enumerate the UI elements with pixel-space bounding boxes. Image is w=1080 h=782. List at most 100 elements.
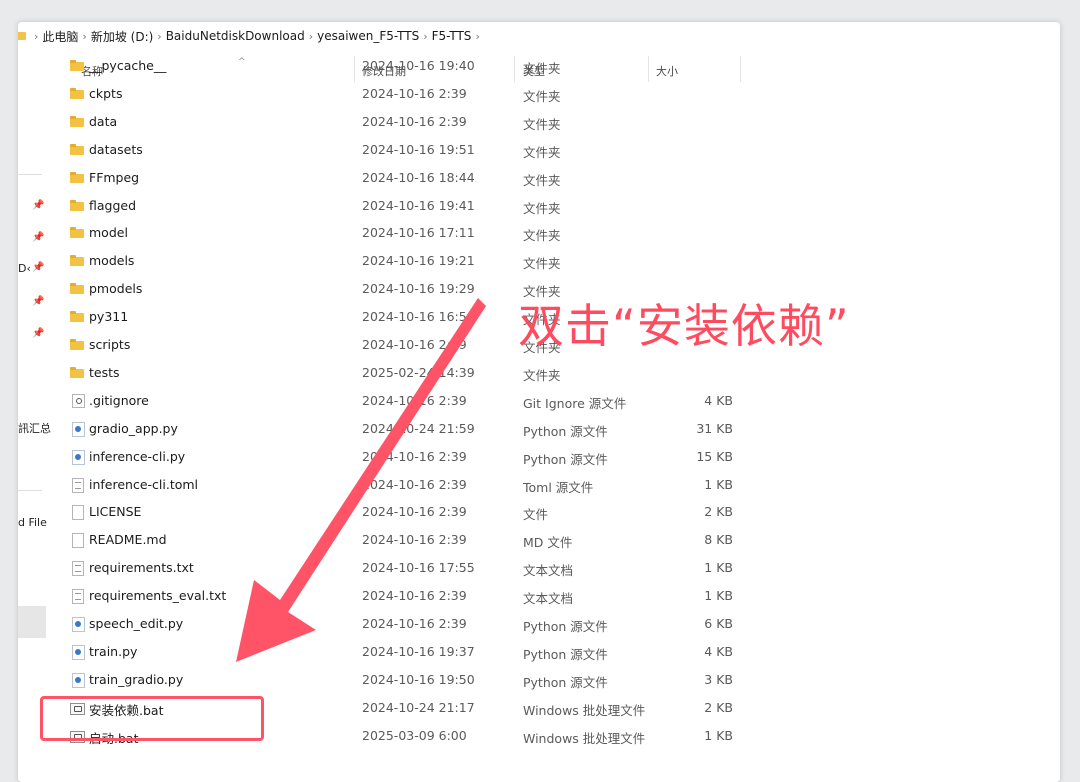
folder-icon bbox=[70, 115, 84, 127]
file-type: Git Ignore 源文件 bbox=[523, 395, 627, 411]
file-type: Python 源文件 bbox=[523, 674, 608, 690]
file-row[interactable]: LICENSE 2024-10-16 2:39 文件 2 KB bbox=[48, 498, 1060, 526]
file-row[interactable]: speech_edit.py 2024-10-16 2:39 Python 源文件 6… bbox=[48, 610, 1060, 638]
folder-icon bbox=[70, 60, 84, 71]
pin-icon[interactable]: 📌 bbox=[32, 296, 44, 307]
navigation-pane: 📌 📌 D‹ 📌 📌 📌 訊汇总 d File bbox=[18, 50, 51, 782]
folder-icon bbox=[70, 283, 84, 295]
file-name: README.md bbox=[89, 532, 167, 548]
chevron-right-icon: › bbox=[82, 29, 87, 43]
file-row[interactable]: train_gradio.py 2024-10-16 19:50 Python 源文… bbox=[48, 666, 1060, 694]
file-size: 1 KB bbox=[704, 588, 733, 604]
file-row[interactable]: ckpts 2024-10-16 2:39 文件夹 bbox=[48, 80, 1060, 108]
file-row[interactable]: requirements.txt 2024-10-16 17:55 文本文档 1 KB bbox=[48, 554, 1060, 582]
file-date: 2024-10-16 2:39 bbox=[362, 448, 467, 464]
pin-icon[interactable]: 📌 bbox=[32, 232, 44, 243]
file-size: 1 KB bbox=[704, 727, 733, 743]
file-size: 4 KB bbox=[704, 392, 733, 408]
file-size: 1 KB bbox=[704, 560, 733, 576]
file-date: 2024-10-16 19:41 bbox=[362, 197, 475, 213]
file-date: 2024-10-16 19:51 bbox=[362, 141, 475, 157]
chevron-right-icon: › bbox=[475, 29, 480, 43]
breadcrumb: › 此电脑 › 新加坡 (D:) › BaiduNetdiskDownload … bbox=[18, 22, 1060, 50]
file-row[interactable]: .gitignore 2024-10-16 2:39 Git Ignore 源文件 4… bbox=[48, 387, 1060, 415]
folder-icon bbox=[70, 87, 84, 99]
file-row[interactable]: __pycache__ 2024-10-16 19:40 文件夹 bbox=[48, 52, 1060, 80]
file-date: 2024-10-16 19:37 bbox=[362, 643, 475, 659]
file-type: Windows 批处理文件 bbox=[523, 730, 646, 746]
file-type: 文本文档 bbox=[523, 563, 574, 579]
file-date: 2024-10-16 19:40 bbox=[362, 58, 475, 73]
python-file-icon bbox=[72, 644, 85, 660]
file-date: 2024-10-16 2:39 bbox=[362, 337, 467, 352]
pin-icon[interactable]: 📌 bbox=[32, 200, 44, 211]
file-name: inference-cli.py bbox=[89, 448, 186, 464]
breadcrumb-item-baidunetdiskdownload[interactable]: BaiduNetdiskDownload bbox=[166, 29, 305, 43]
file-row[interactable]: datasets 2024-10-16 19:51 文件夹 bbox=[48, 136, 1060, 164]
file-row[interactable]: inference-cli.toml 2024-10-16 2:39 Toml 源文… bbox=[48, 471, 1060, 499]
breadcrumb-item-yesaiwen[interactable]: yesaiwen_F5-TTS bbox=[317, 29, 419, 43]
nav-item-fragment[interactable]: d File bbox=[18, 516, 47, 529]
python-file-icon bbox=[72, 672, 85, 688]
file-row[interactable]: model 2024-10-16 17:11 文件夹 bbox=[48, 219, 1060, 247]
file-row[interactable]: requirements_eval.txt 2024-10-16 2:39 文本文档… bbox=[48, 582, 1060, 610]
pin-icon[interactable]: 📌 bbox=[32, 262, 44, 273]
breadcrumb-item-this-pc[interactable]: 此电脑 bbox=[42, 28, 78, 45]
file-type: 文件夹 bbox=[523, 88, 561, 104]
pin-icon[interactable]: 📌 bbox=[32, 328, 44, 339]
file-name: train.py bbox=[89, 643, 138, 659]
file-name: __pycache__ bbox=[89, 58, 167, 73]
file-type: 文件夹 bbox=[523, 61, 561, 76]
file-name: pmodels bbox=[89, 281, 143, 297]
file-name: inference-cli.toml bbox=[89, 476, 199, 492]
file-size: 1 KB bbox=[704, 476, 733, 492]
file-row[interactable]: tests 2025-02-24 14:39 文件夹 bbox=[48, 359, 1060, 387]
file-row[interactable]: README.md 2024-10-16 2:39 MD 文件 8 KB bbox=[48, 526, 1060, 554]
nav-item-fragment[interactable]: D‹ bbox=[18, 262, 31, 275]
file-row[interactable]: gradio_app.py 2024-10-24 21:59 Python 源文件 3… bbox=[48, 415, 1060, 443]
file-date: 2024-10-16 17:11 bbox=[362, 225, 475, 241]
file-row[interactable]: models 2024-10-16 19:21 文件夹 bbox=[48, 247, 1060, 275]
breadcrumb-item-f5-tts[interactable]: F5-TTS bbox=[432, 29, 472, 43]
file-type: 文件夹 bbox=[523, 116, 561, 132]
file-date: 2024-10-16 2:39 bbox=[362, 504, 467, 520]
file-name: model bbox=[89, 225, 128, 241]
breadcrumb-item-drive-d[interactable]: 新加坡 (D:) bbox=[91, 28, 153, 45]
text-file-icon bbox=[72, 561, 84, 577]
nav-selected-item[interactable] bbox=[18, 606, 46, 638]
blank-file-icon bbox=[72, 533, 84, 549]
folder-icon bbox=[70, 311, 84, 323]
gear-file-icon bbox=[72, 393, 85, 408]
nav-item-fragment[interactable]: 訊汇总 bbox=[18, 420, 51, 436]
highlight-box-annotation bbox=[40, 696, 264, 741]
file-size: 31 KB bbox=[696, 420, 733, 436]
file-row[interactable]: flagged 2024-10-16 19:41 文件夹 bbox=[48, 192, 1060, 220]
file-name: py311 bbox=[89, 309, 129, 325]
file-type: 文件夹 bbox=[523, 256, 561, 272]
file-row[interactable]: train.py 2024-10-16 19:37 Python 源文件 4 KB bbox=[48, 638, 1060, 666]
chevron-right-icon: › bbox=[157, 29, 162, 43]
chevron-right-icon: › bbox=[34, 29, 39, 43]
text-file-icon bbox=[72, 477, 84, 493]
file-row[interactable]: inference-cli.py 2024-10-16 2:39 Python 源文… bbox=[48, 443, 1060, 471]
file-size: 6 KB bbox=[704, 616, 733, 631]
file-type: MD 文件 bbox=[523, 535, 573, 551]
file-type: 文本文档 bbox=[523, 591, 574, 607]
file-name: requirements.txt bbox=[89, 560, 194, 576]
file-name: requirements_eval.txt bbox=[89, 588, 227, 604]
file-name: FFmpeg bbox=[89, 169, 140, 185]
text-file-icon bbox=[72, 589, 84, 605]
file-row[interactable]: FFmpeg 2024-10-16 18:44 文件夹 bbox=[48, 164, 1060, 192]
python-file-icon bbox=[72, 617, 85, 632]
file-name: data bbox=[89, 113, 118, 129]
file-type: Windows 批处理文件 bbox=[523, 702, 646, 718]
file-name: speech_edit.py bbox=[89, 616, 184, 631]
file-row[interactable]: data 2024-10-16 2:39 文件夹 bbox=[48, 108, 1060, 136]
file-date: 2024-10-16 17:55 bbox=[362, 560, 475, 576]
file-date: 2024-10-16 2:39 bbox=[362, 392, 467, 408]
file-date: 2024-10-16 19:50 bbox=[362, 671, 475, 687]
file-explorer-window: › 此电脑 › 新加坡 (D:) › BaiduNetdiskDownload … bbox=[18, 22, 1060, 782]
nav-divider bbox=[18, 174, 42, 175]
file-date: 2024-10-16 2:39 bbox=[362, 113, 467, 129]
file-type: 文件夹 bbox=[523, 144, 561, 160]
